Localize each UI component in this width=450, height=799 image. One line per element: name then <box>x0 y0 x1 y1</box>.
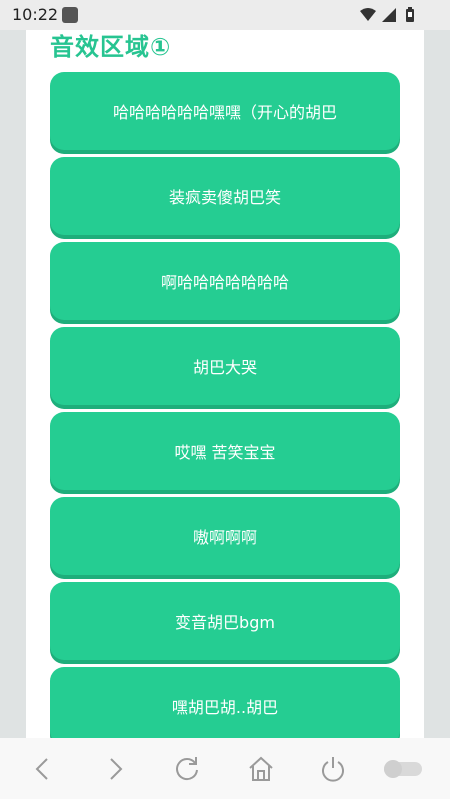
section-title: 音效区域① <box>50 33 172 61</box>
reload-icon[interactable] <box>172 754 202 784</box>
status-time: 10:22 <box>12 5 59 24</box>
sound-panel[interactable]: 音效区域① 哈哈哈哈哈哈嘿嘿（开心的胡巴 装疯卖傻胡巴笑 啊哈哈哈哈哈哈哈 胡巴… <box>26 30 424 738</box>
home-icon[interactable] <box>246 754 276 784</box>
battery-icon <box>406 7 414 22</box>
right-margin <box>424 30 450 738</box>
sound-button-3[interactable]: 啊哈哈哈哈哈哈哈 <box>50 242 400 320</box>
sound-button-8[interactable]: 嘿胡巴胡..胡巴 <box>50 667 400 738</box>
sound-button-6[interactable]: 嗷啊啊啊 <box>50 497 400 575</box>
status-icons <box>358 7 436 23</box>
app-screen: 10:22 音效区域① 哈哈哈哈哈哈嘿嘿（开心的胡巴 装疯卖傻胡巴笑 啊哈哈哈哈… <box>0 0 450 799</box>
sound-button-5[interactable]: 哎嘿 苦笑宝宝 <box>50 412 400 490</box>
signal-icon <box>382 8 396 22</box>
forward-icon[interactable] <box>100 754 130 784</box>
back-icon[interactable] <box>28 754 58 784</box>
sound-button-7[interactable]: 变音胡巴bgm <box>50 582 400 660</box>
status-bar: 10:22 <box>0 0 450 30</box>
notification-icon <box>62 7 78 23</box>
sound-button-4[interactable]: 胡巴大哭 <box>50 327 400 405</box>
toggle-icon[interactable] <box>380 754 426 784</box>
power-icon[interactable] <box>318 754 348 784</box>
left-margin <box>0 30 26 738</box>
wifi-icon <box>360 8 376 21</box>
sound-button-2[interactable]: 装疯卖傻胡巴笑 <box>50 157 400 235</box>
bottom-nav <box>0 738 450 799</box>
sound-button-1[interactable]: 哈哈哈哈哈哈嘿嘿（开心的胡巴 <box>50 72 400 150</box>
